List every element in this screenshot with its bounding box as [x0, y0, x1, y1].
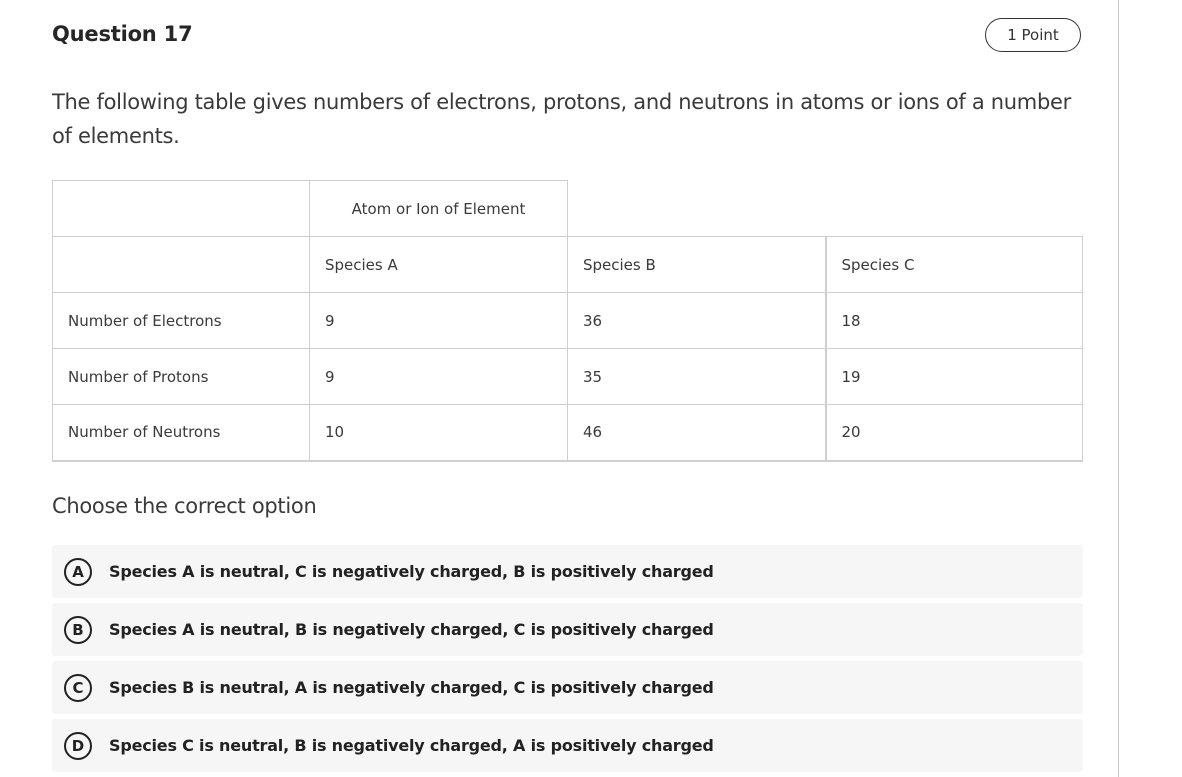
- question-title: Question 17: [52, 22, 193, 46]
- table-cell-empty: [567, 180, 826, 237]
- option-c[interactable]: C Species B is neutral, A is negatively …: [52, 661, 1083, 714]
- right-panel-divider: [1118, 0, 1119, 777]
- table-cell: 46: [567, 404, 826, 462]
- column-header-species-b: Species B: [567, 236, 826, 293]
- option-b[interactable]: B Species A is neutral, B is negatively …: [52, 603, 1083, 656]
- table-row: Number of Protons 9 35 19: [52, 348, 1083, 405]
- option-letter-d: D: [64, 731, 92, 760]
- answer-options: A Species A is neutral, C is negatively …: [52, 545, 1083, 777]
- option-letter-c: C: [64, 673, 92, 702]
- column-header-species-c: Species C: [824, 236, 1083, 293]
- option-letter-a: A: [64, 557, 92, 586]
- species-table: Atom or Ion of Element Species A Species…: [52, 180, 1083, 462]
- table-cell: 36: [567, 292, 826, 349]
- option-text: Species B is neutral, A is negatively ch…: [109, 678, 714, 697]
- table-cell: 35: [567, 348, 826, 405]
- option-letter-b: B: [64, 615, 92, 644]
- option-text: Species C is neutral, B is negatively ch…: [109, 736, 714, 755]
- table-cell: 19: [824, 348, 1083, 405]
- option-text: Species A is neutral, B is negatively ch…: [109, 620, 714, 639]
- choose-option-label: Choose the correct option: [52, 494, 317, 518]
- question-prompt: The following table gives numbers of ele…: [52, 90, 1071, 148]
- table-row: Number of Electrons 9 36 18: [52, 292, 1083, 349]
- table-cell: 18: [824, 292, 1083, 349]
- column-header-species-a: Species A: [309, 236, 568, 293]
- row-label-electrons: Number of Electrons: [52, 292, 310, 349]
- table-cell: 9: [309, 292, 568, 349]
- table-row: Number of Neutrons 10 46 20: [52, 404, 1083, 462]
- option-text: Species A is neutral, C is negatively ch…: [109, 562, 714, 581]
- option-a[interactable]: A Species A is neutral, C is negatively …: [52, 545, 1083, 598]
- table-cell-empty: [826, 181, 1083, 237]
- table-cell: 10: [309, 404, 568, 462]
- table-header-row: Species A Species B Species C: [52, 236, 1083, 293]
- points-badge: 1 Point: [985, 18, 1081, 52]
- table-cell-empty: [52, 180, 310, 237]
- table-group-header: Atom or Ion of Element: [309, 180, 568, 237]
- option-d[interactable]: D Species C is neutral, B is negatively …: [52, 719, 1083, 772]
- row-label-protons: Number of Protons: [52, 348, 310, 405]
- table-cell-empty: [52, 236, 310, 293]
- row-label-neutrons: Number of Neutrons: [52, 404, 310, 462]
- table-cell: 9: [309, 348, 568, 405]
- table-header-row-group: Atom or Ion of Element: [52, 180, 1083, 237]
- table-cell: 20: [824, 404, 1083, 462]
